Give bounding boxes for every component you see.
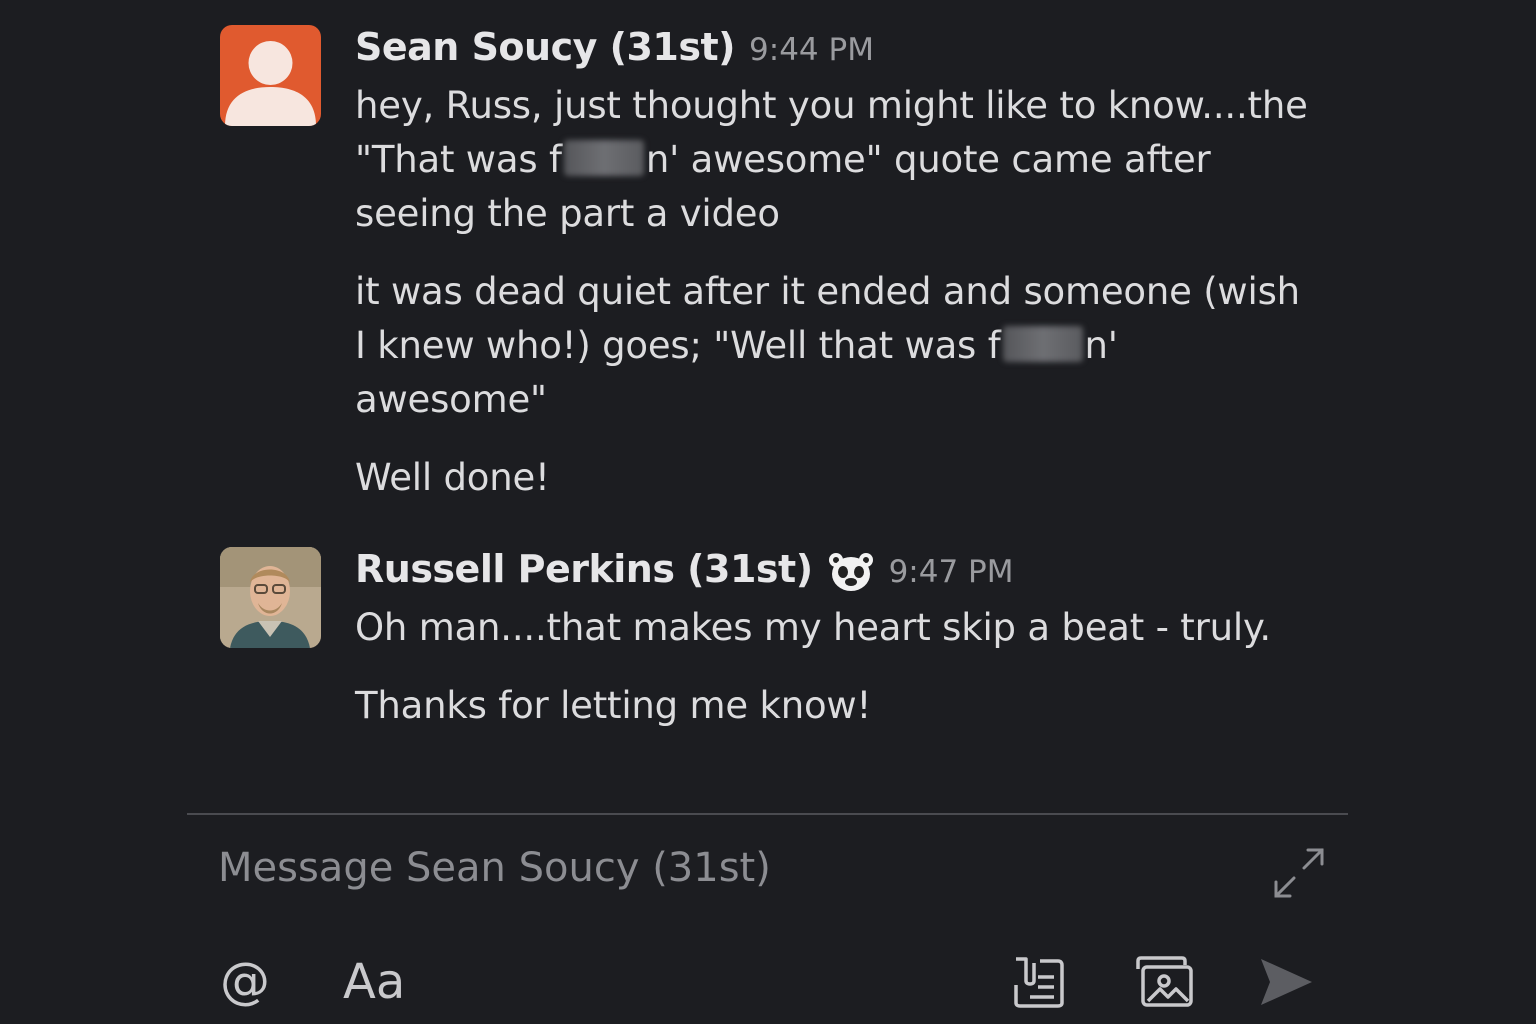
- message-text: Oh man....that makes my heart skip a bea…: [355, 606, 1271, 649]
- bear-emoji-icon[interactable]: [827, 552, 875, 594]
- default-user-icon[interactable]: [220, 25, 321, 126]
- shortcuts-icon[interactable]: [1012, 955, 1066, 1009]
- send-icon[interactable]: [1258, 956, 1314, 1008]
- image-icon[interactable]: [1134, 955, 1194, 1009]
- timestamp[interactable]: 9:44 PM: [749, 32, 874, 68]
- author-name[interactable]: Sean Soucy (31st): [355, 25, 736, 69]
- format-button[interactable]: Aa: [343, 954, 405, 1010]
- mention-button[interactable]: @: [220, 952, 270, 1010]
- author-name[interactable]: Russell Perkins (31st): [355, 547, 813, 591]
- timestamp[interactable]: 9:47 PM: [889, 554, 1014, 590]
- expand-icon[interactable]: [1272, 846, 1326, 900]
- redacted-blur: [563, 140, 644, 176]
- message-text: Well done!: [355, 456, 550, 499]
- profile-photo[interactable]: [220, 547, 321, 648]
- message-text: Thanks for letting me know!: [355, 684, 872, 727]
- message-input[interactable]: Message Sean Soucy (31st): [218, 845, 771, 891]
- redacted-blur: [1002, 326, 1083, 362]
- composer-divider: [187, 813, 1348, 815]
- message-text: hey, Russ, just thought you might like t…: [355, 84, 1308, 235]
- message-text: it was dead quiet after it ended and som…: [355, 270, 1300, 421]
